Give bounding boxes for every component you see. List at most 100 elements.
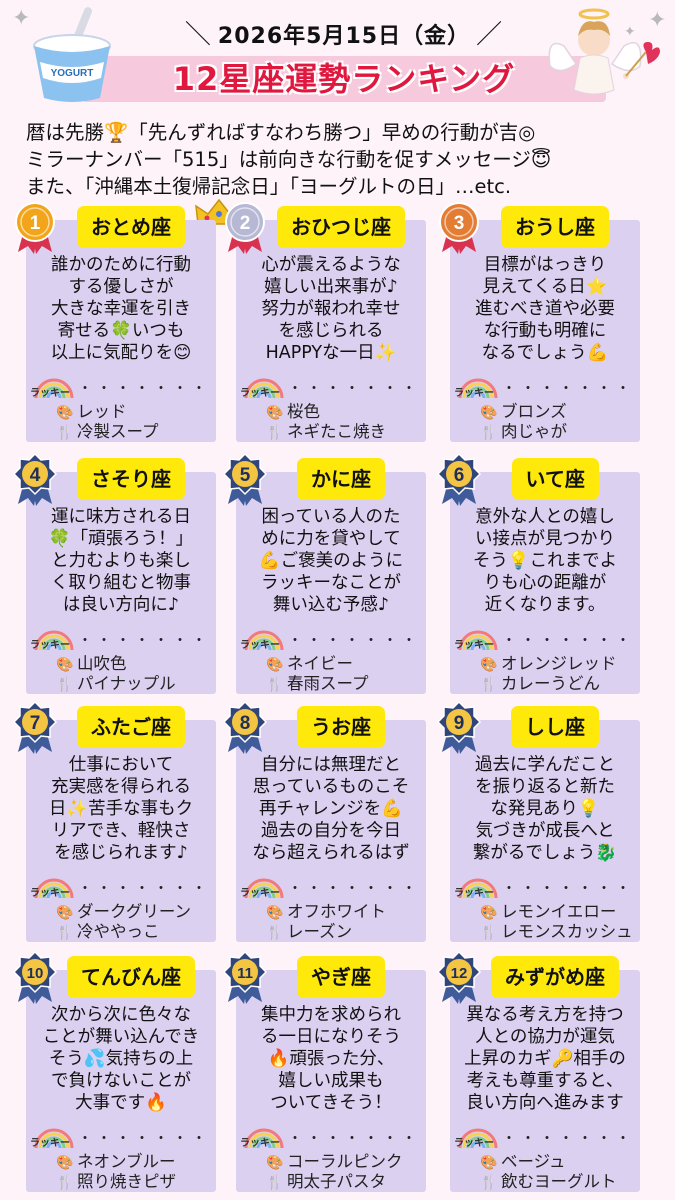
lucky-food: 明太子パスタ [287, 1172, 386, 1191]
sign-name: みずがめ座 [491, 956, 619, 998]
fork-knife-icon: 🍴 [480, 425, 498, 441]
page-title: 12星座運勢ランキング [172, 60, 516, 98]
date-line: ＼ 2026年5月15日（金）／ [184, 20, 504, 50]
fortune-line: い接点が見つかり [475, 529, 615, 549]
fortune-line: 舞い込む予感♪ [272, 595, 390, 615]
lucky-section: ラッキー ・・・・・・・ 🎨 コーラルピンク 🍴 明太子パスタ [236, 1128, 426, 1191]
fortune-text: 困っている人のた めに力を貸やして 💪ご褒美のように ラッキーなことが 舞い込む予感♪ [240, 506, 422, 616]
sign-name: かに座 [297, 458, 385, 500]
fortune-line: 再チャレンジを💪 [258, 799, 404, 819]
lucky-food: 肉じゃが [501, 422, 567, 441]
title-band: 12星座運勢ランキング [82, 56, 606, 102]
fork-knife-icon: 🍴 [56, 925, 74, 941]
rank-number: 5 [240, 465, 251, 486]
fortune-line: 見えてくる日⭐ [482, 277, 608, 297]
rank-number: 7 [30, 713, 41, 734]
lucky-food-row: 🍴 カレーうどん [480, 670, 600, 694]
rank-number: 11 [237, 965, 253, 982]
fortune-line: 自分には無理だと [261, 755, 401, 775]
intro-line: また、「沖縄本土復帰記念日」「ヨーグルトの日」…etc. [26, 175, 512, 198]
rank-number: 8 [240, 713, 251, 734]
lucky-tag: ラッキー [452, 378, 504, 400]
lucky-label: ラッキー [30, 888, 70, 899]
fortune-line: 異なる考え方を持つ [466, 1005, 624, 1025]
lucky-section: ラッキー ・・・・・・・ 🎨 オフホワイト 🍴 レーズン [236, 878, 426, 941]
fortune-line: を感じられます♪ [54, 843, 188, 863]
lucky-label: ラッキー [454, 640, 494, 651]
lucky-section: ラッキー ・・・・・・・ 🎨 レッド 🍴 冷製スープ [26, 378, 216, 441]
ranking-card: 8 うお座 自分には無理だと 思っているものこそ 再チャレンジを💪 過去の自分を今日 なら超… [222, 700, 426, 942]
lucky-section: ラッキー ・・・・・・・ 🎨 ダークグリーン 🍴 冷ややっこ [26, 878, 216, 941]
rank-number: 12 [451, 965, 468, 982]
lucky-food: レーズン [287, 922, 353, 941]
ranking-card: 1 おとめ座 誰かのために行動 する優しさが 大きな幸運を引き 寄せる🍀いつも 以上に気配り… [15, 202, 216, 442]
fortune-line: そう💦気持ちの上 [48, 1049, 194, 1069]
lucky-dots: ・・・・・・・ [78, 633, 211, 649]
lucky-label: ラッキー [30, 1138, 70, 1149]
sign-name: さそり座 [77, 458, 185, 500]
lucky-tag: ラッキー [238, 878, 290, 900]
lucky-food-row: 🍴 パイナップル [56, 670, 176, 694]
lucky-food: 冷製スープ [77, 422, 159, 441]
lucky-food-row: 🍴 飲むヨーグルト [480, 1168, 616, 1192]
rank-number: 6 [454, 465, 465, 486]
fortune-text: 過去に学んだこと を振り返ると新た な発見あり💡 気づきが成長へと 繋がるでしょう🐉 [454, 754, 636, 864]
rank-number: 3 [454, 213, 465, 234]
fork-knife-icon: 🍴 [480, 1175, 498, 1191]
lucky-tag: ラッキー [452, 878, 504, 900]
lucky-tag: ラッキー [452, 630, 504, 652]
fortune-line: 充実感を得られる [51, 777, 191, 797]
sign-name: おひつじ座 [277, 206, 405, 248]
rank-number: 1 [30, 213, 41, 234]
header: ＼ 2026年5月15日（金）／ 12星座運勢ランキング [64, 12, 624, 106]
lucky-section: ラッキー ・・・・・・・ 🎨 山吹色 🍴 パイナップル [26, 630, 216, 693]
ranking-card: 4 さそり座運に味方される日 🍀「頑張ろう！」 と力むよりも楽し く取り組むと物事 は良い… [12, 452, 216, 694]
rank-medal-icon: 1 [15, 202, 55, 254]
lucky-label: ラッキー [240, 388, 280, 399]
fortune-line: 近くなります。 [484, 595, 606, 615]
yogurt-icon: YOGURT [33, 7, 111, 102]
fortune-line: 日✨苦手な事もク [48, 799, 194, 819]
sign-name: いて座 [511, 458, 599, 500]
fortune-line: ついてきそう！ [270, 1093, 392, 1113]
rank-number: 9 [454, 713, 465, 734]
fortune-line: 集中力を求められ [261, 1005, 401, 1025]
lucky-label: ラッキー [30, 388, 70, 399]
fortune-line: 進むべき道や必要 [475, 299, 615, 319]
fortune-line: 嬉しい出来事が♪ [264, 277, 398, 297]
rank-medal-icon: 8 [222, 700, 268, 754]
fork-knife-icon: 🍴 [56, 425, 74, 441]
fortune-line: 🔥頑張った分、 [267, 1049, 395, 1069]
lucky-dots: ・・・・・・・ [502, 1131, 635, 1147]
fortune-line: 以上に気配りを😊 [50, 343, 192, 363]
rank-medal-icon: 12 [436, 950, 482, 1004]
fortune-line: 誰かのために行動 [51, 255, 191, 275]
fortune-line: ことが舞い込んでき [42, 1027, 200, 1047]
lucky-section: ラッキー ・・・・・・・ 🎨 ネオンブルー 🍴 照り焼きピザ [26, 1128, 216, 1191]
rank-number: 4 [30, 465, 41, 486]
lucky-label: ラッキー [454, 888, 494, 899]
fortune-text: 運に味方される日 🍀「頑張ろう！」 と力むよりも楽し く取り組むと物事 は良い方向に♪ [30, 506, 212, 616]
fortune-text: 意外な人との嬉し い接点が見つかり そう💡これまでよ りも心の距離が 近くなります。 [454, 506, 636, 616]
lucky-food: パイナップル [77, 674, 176, 693]
fork-knife-icon: 🍴 [56, 677, 74, 693]
fortune-line: 運に味方される日 [51, 507, 191, 527]
lucky-label: ラッキー [30, 640, 70, 651]
lucky-food-row: 🍴 レーズン [266, 918, 352, 942]
sign-name: やぎ座 [297, 956, 385, 998]
lucky-label: ラッキー [454, 388, 494, 399]
rank-medal-icon: 9 [436, 700, 482, 754]
fork-knife-icon: 🍴 [266, 677, 284, 693]
sign-name: うお座 [297, 706, 385, 748]
lucky-dots: ・・・・・・・ [288, 881, 421, 897]
fortune-line: を感じられる [278, 321, 384, 341]
lucky-tag: ラッキー [238, 630, 290, 652]
rank-medal-icon: 11 [222, 950, 268, 1004]
lucky-food-row: 🍴 冷製スープ [56, 418, 159, 442]
lucky-food-row: 🍴 明太子パスタ [266, 1168, 386, 1192]
rank-medal-icon: 3 [439, 202, 479, 254]
fortune-line: を振り返ると新た [475, 777, 615, 797]
ranking-card: 12 みずがめ座 異なる考え方を持つ 人との協力が運気 上昇のカギ🔑相手の 考えも尊重する… [436, 950, 640, 1192]
fortune-line: で負けないことが [51, 1071, 191, 1091]
ranking-card: 3 おうし座 目標がはっきり 見えてくる日⭐ 進むべき道や必要 な行動も明確に なるでしょう… [439, 202, 640, 442]
